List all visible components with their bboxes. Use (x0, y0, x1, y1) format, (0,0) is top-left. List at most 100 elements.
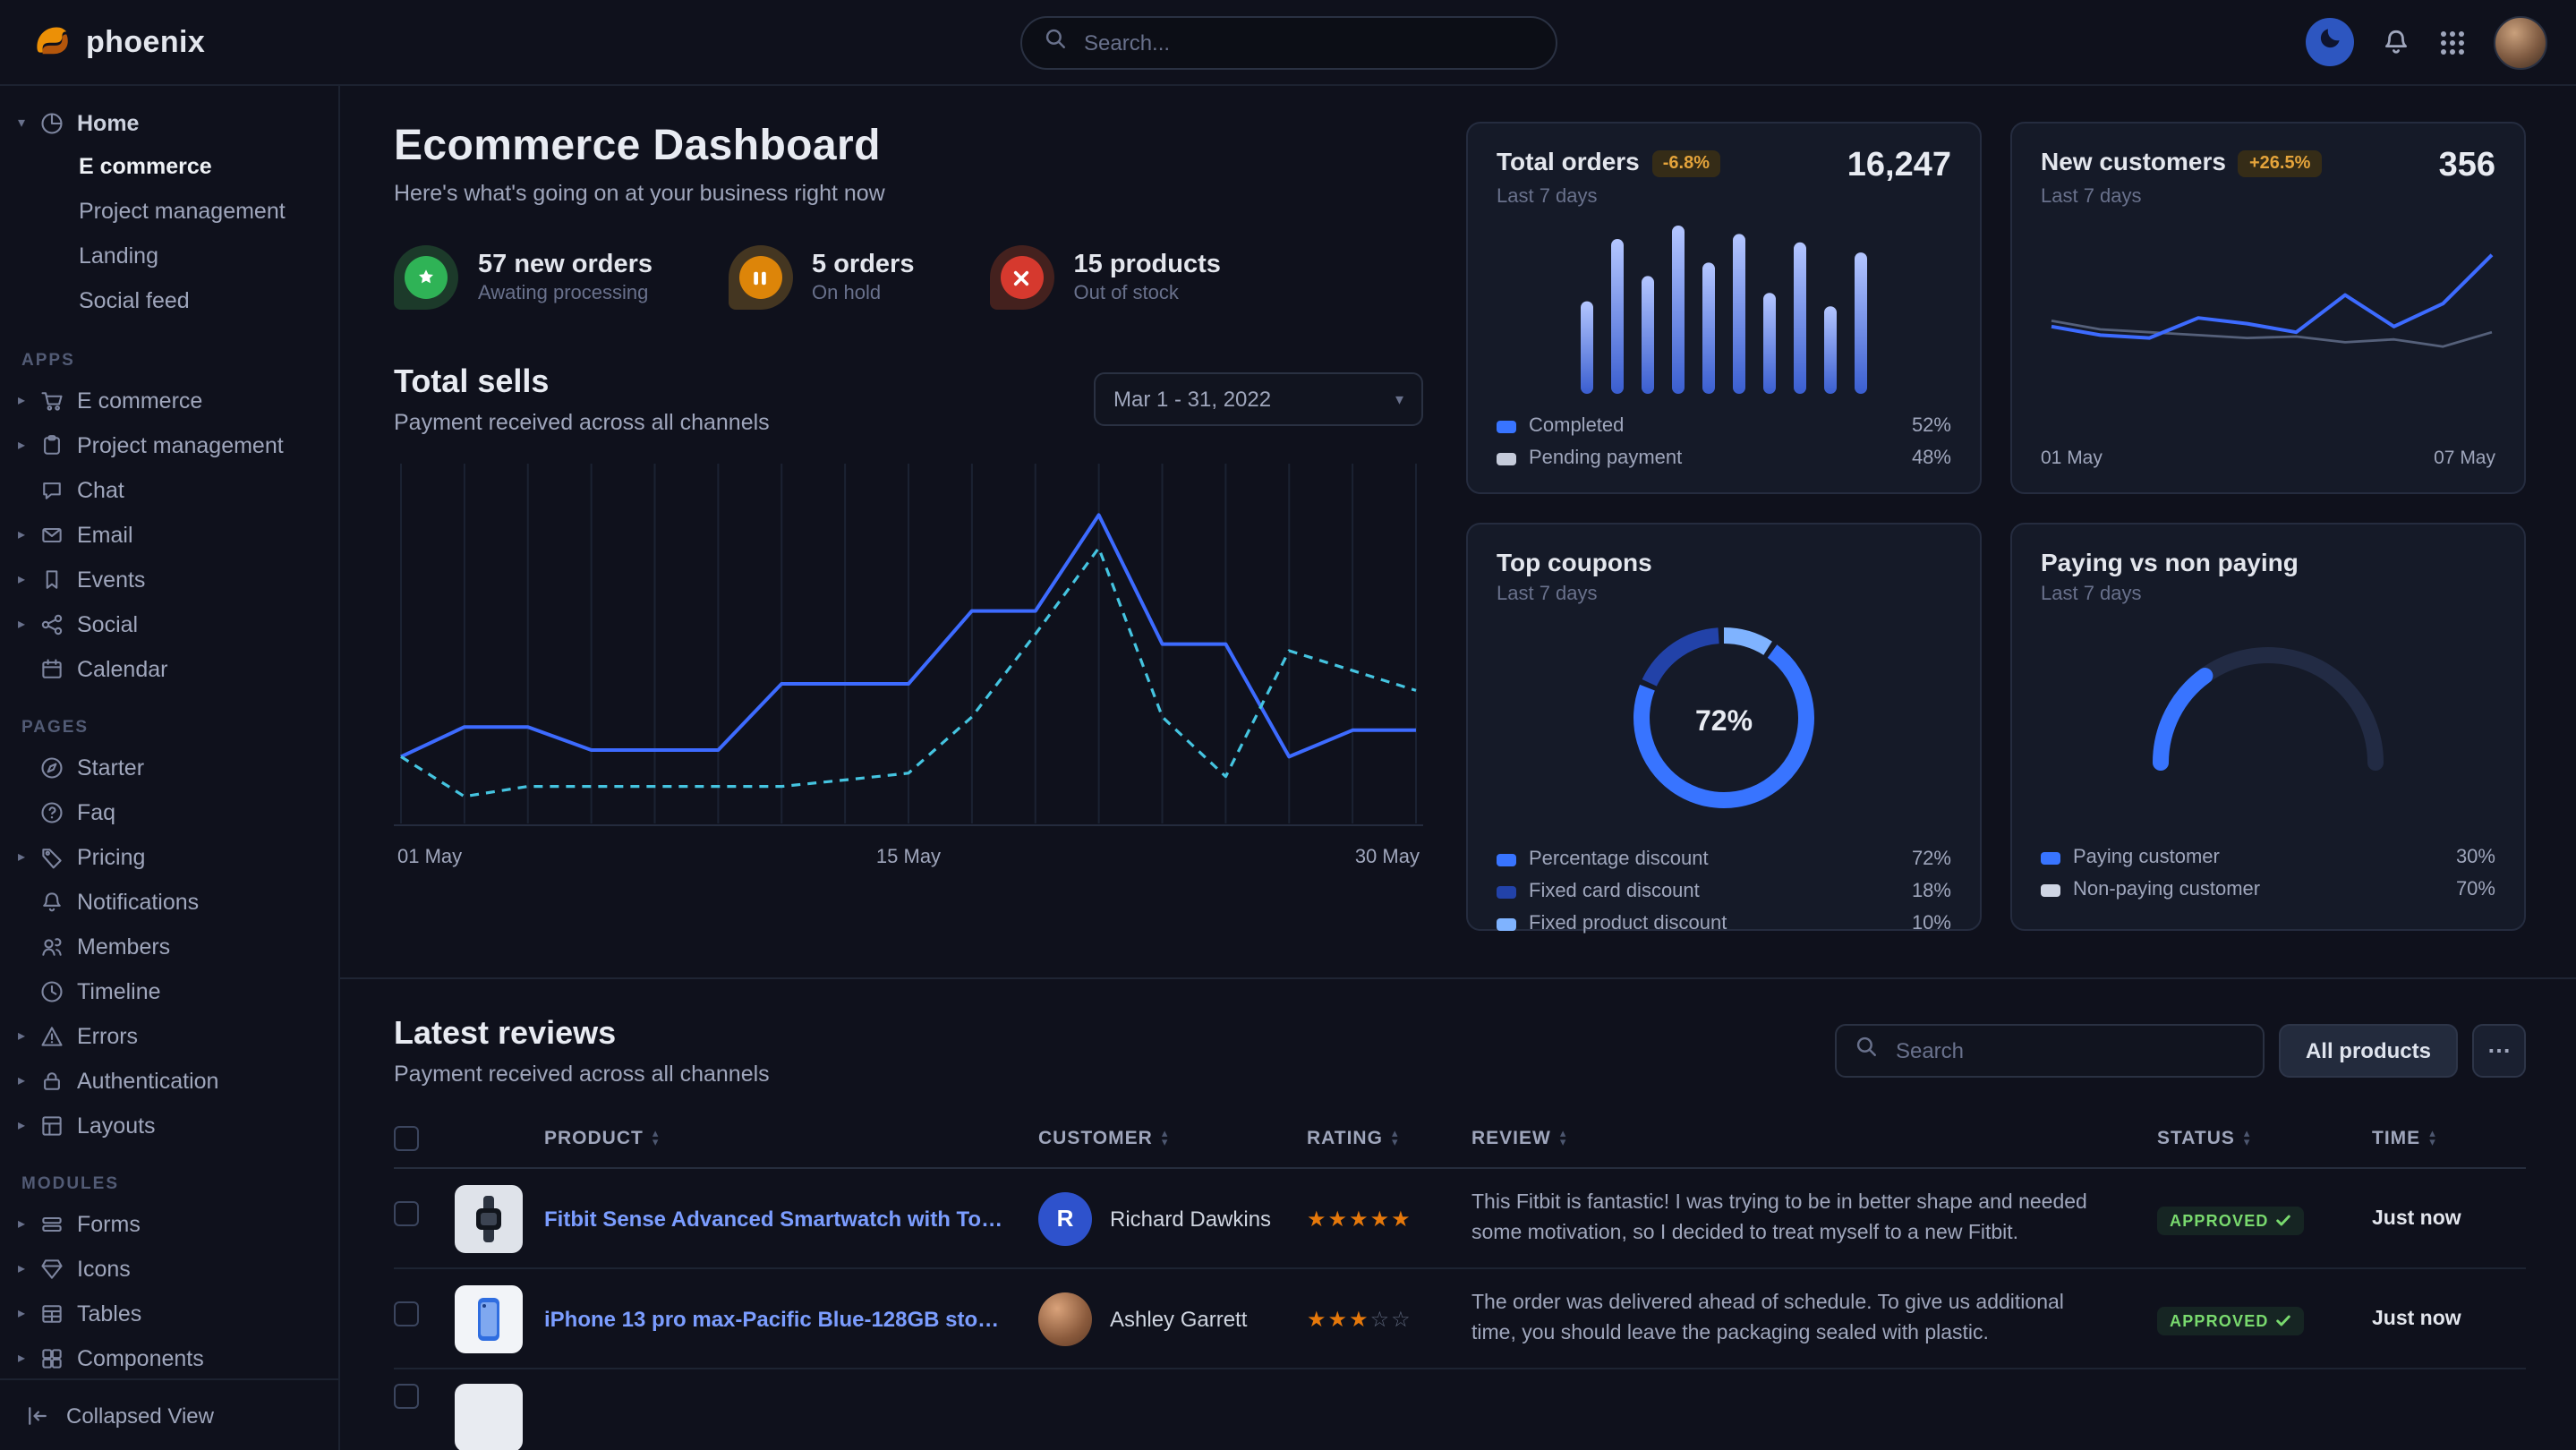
sort-icon[interactable]: ▴▾ (1560, 1129, 1567, 1147)
column-header-rating[interactable]: RATING▴▾ (1307, 1127, 1471, 1148)
all-products-button[interactable]: All products (2279, 1024, 2458, 1078)
customer-name: Richard Dawkins (1110, 1206, 1271, 1231)
total-sells-xlabels: 01 May 15 May 30 May (394, 847, 1423, 868)
review-time: Just now (2372, 1207, 2526, 1229)
coupons-donut-wrap: 72% (1618, 612, 1830, 832)
total-sells-title: Total sells (394, 363, 770, 401)
sidebar-item-label: E commerce (77, 388, 202, 413)
forms-icon (39, 1211, 77, 1236)
column-header-product[interactable]: PRODUCT▴▾ (544, 1127, 1038, 1148)
total-orders-chart (1572, 215, 1876, 394)
sort-icon[interactable]: ▴▾ (653, 1129, 660, 1147)
caret-right-icon: ▸ (18, 616, 39, 632)
reviews-search[interactable] (1835, 1024, 2265, 1078)
caret-right-icon: ▸ (18, 437, 39, 453)
column-header-review[interactable]: REVIEW▴▾ (1471, 1127, 2157, 1148)
sidebar-item-label: Starter (77, 755, 144, 780)
table-row[interactable]: Fitbit Sense Advanced Smartwatch with To… (394, 1169, 2526, 1269)
customer-cell: Ashley Garrett (1038, 1292, 1307, 1345)
sidebar-item-social-feed[interactable]: Social feed (0, 279, 338, 324)
sidebar-item-calendar[interactable]: Calendar (0, 646, 338, 691)
apps-grid-icon[interactable] (2438, 28, 2467, 56)
notifications-bell-icon[interactable] (2381, 27, 2411, 57)
stat-item: 15 products Out of stock (990, 245, 1221, 310)
sidebar-item-members[interactable]: Members (0, 924, 338, 968)
sidebar-item-notifications[interactable]: Notifications (0, 879, 338, 924)
sidebar-item-social[interactable]: ▸ Social (0, 601, 338, 646)
customer-avatar: R (1038, 1191, 1092, 1245)
legend-label: Completed (1529, 415, 1624, 437)
sidebar-item-errors[interactable]: ▸ Errors (0, 1013, 338, 1058)
kpi-cards: Total orders-6.8% Last 7 days 16,247 Com… (1466, 122, 2526, 931)
sidebar-item-label: Layouts (77, 1113, 156, 1138)
caret-right-icon: ▸ (18, 1215, 39, 1232)
reviews-table-header: PRODUCT▴▾CUSTOMER▴▾RATING▴▾REVIEW▴▾STATU… (394, 1108, 2526, 1169)
product-link[interactable]: iPhone 13 pro max-Pacific Blue-128GB sto… (544, 1306, 1038, 1331)
column-header-status[interactable]: STATUS▴▾ (2157, 1127, 2372, 1148)
sort-icon[interactable]: ▴▾ (1162, 1129, 1169, 1147)
stat-blob (394, 245, 458, 310)
sidebar-item-landing[interactable]: Landing (0, 235, 338, 279)
date-range-select[interactable]: Mar 1 - 31, 2022 ▾ (1094, 372, 1423, 426)
collapsed-view-toggle[interactable]: Collapsed View (0, 1378, 338, 1450)
customer-avatar (1038, 1292, 1092, 1345)
sidebar-item-forms[interactable]: ▸ Forms (0, 1201, 338, 1246)
product-link[interactable]: Fitbit Sense Advanced Smartwatch with To… (544, 1206, 1038, 1231)
chat-icon (39, 477, 77, 502)
table-row[interactable] (394, 1369, 2526, 1450)
card-top-coupons: Top coupons Last 7 days 72% Percentage d… (1466, 523, 1982, 931)
more-options-button[interactable]: ⋯ (2472, 1024, 2526, 1078)
dark-mode-toggle[interactable] (2306, 18, 2354, 66)
row-checkbox[interactable] (394, 1384, 419, 1409)
sidebar-item-e-commerce[interactable]: ▸ E commerce (0, 378, 338, 422)
search-input[interactable] (1080, 28, 1533, 56)
caret-right-icon: ▸ (18, 571, 39, 587)
select-all-checkbox[interactable] (394, 1125, 419, 1150)
user-avatar[interactable] (2494, 15, 2547, 69)
dashboard-left: Ecommerce Dashboard Here's what's going … (394, 122, 1423, 931)
global-search[interactable] (1019, 15, 1557, 69)
brand[interactable]: phoenix (29, 15, 340, 69)
bell-icon (39, 889, 77, 914)
star-icon: ☆ (1391, 1306, 1412, 1331)
table-row[interactable]: iPhone 13 pro max-Pacific Blue-128GB sto… (394, 1269, 2526, 1369)
total-orders-legend: Completed 52% Pending payment 48% (1497, 410, 1951, 474)
star-icon: ★ (1307, 1306, 1328, 1331)
page-subtitle: Here's what's going on at your business … (394, 181, 1423, 206)
sidebar: ▾ HomeE commerceProject managementLandin… (0, 86, 340, 1450)
sidebar-item-faq[interactable]: Faq (0, 789, 338, 834)
sidebar-item-label: Components (77, 1345, 204, 1370)
stat-desc: On hold (812, 283, 914, 304)
trend-badge: -6.8% (1652, 150, 1720, 177)
sidebar-item-components[interactable]: ▸ Components (0, 1335, 338, 1378)
sidebar-item-icons[interactable]: ▸ Icons (0, 1246, 338, 1291)
stat-blob (990, 245, 1054, 310)
sort-icon[interactable]: ▴▾ (2244, 1129, 2251, 1147)
column-header-time[interactable]: TIME▴▾ (2372, 1127, 2526, 1148)
sidebar-item-pricing[interactable]: ▸ Pricing (0, 834, 338, 879)
sidebar-item-timeline[interactable]: Timeline (0, 968, 338, 1013)
sidebar-item-project-management[interactable]: ▸ Project management (0, 422, 338, 467)
card-value: 356 (2439, 147, 2495, 186)
row-checkbox[interactable] (394, 1301, 419, 1326)
column-header-customer[interactable]: CUSTOMER▴▾ (1038, 1127, 1307, 1148)
sidebar-item-authentication[interactable]: ▸ Authentication (0, 1058, 338, 1103)
sort-icon[interactable]: ▴▾ (2429, 1129, 2436, 1147)
sidebar-item-home[interactable]: ▾ Home (0, 100, 338, 145)
sort-icon[interactable]: ▴▾ (1392, 1129, 1399, 1147)
section-divider (340, 977, 2576, 979)
sidebar-item-layouts[interactable]: ▸ Layouts (0, 1103, 338, 1147)
sidebar-item-chat[interactable]: Chat (0, 467, 338, 512)
reviews-search-input[interactable] (1892, 1036, 2245, 1065)
card-period: Last 7 days (2041, 584, 2495, 605)
sidebar-item-e-commerce[interactable]: E commerce (0, 145, 338, 190)
sidebar-item-email[interactable]: ▸ Email (0, 512, 338, 557)
sidebar-item-starter[interactable]: Starter (0, 745, 338, 789)
sidebar-item-events[interactable]: ▸ Events (0, 557, 338, 601)
sidebar-item-project-management[interactable]: Project management (0, 190, 338, 235)
paying-gauge-chart (2134, 623, 2402, 780)
sidebar-item-tables[interactable]: ▸ Tables (0, 1291, 338, 1335)
sidebar-item-label: Pricing (77, 844, 145, 869)
caret-right-icon: ▸ (18, 849, 39, 865)
row-checkbox[interactable] (394, 1201, 419, 1226)
